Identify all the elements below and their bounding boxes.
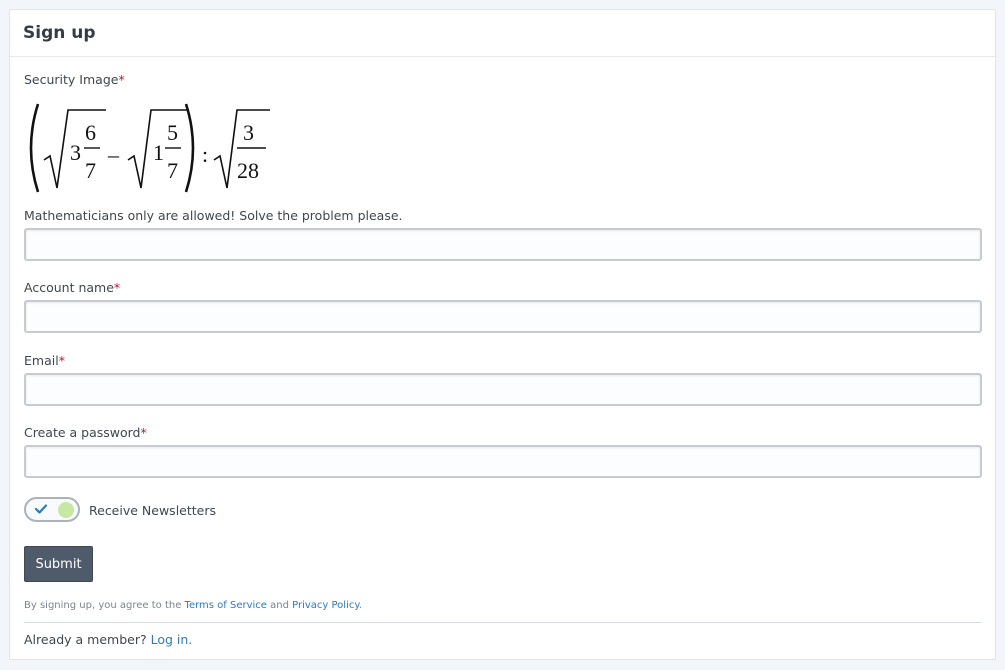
password-label: Create a password* bbox=[24, 425, 147, 440]
login-link[interactable]: Log in. bbox=[151, 632, 193, 647]
required-mark: * bbox=[58, 353, 65, 368]
expr-minus: – bbox=[107, 142, 120, 167]
account-name-input[interactable] bbox=[24, 300, 982, 333]
terms-of-service-link[interactable]: Terms of Service bbox=[185, 600, 267, 611]
account-name-label: Account name* bbox=[24, 280, 121, 295]
expr-a-whole: 3 bbox=[70, 140, 81, 165]
expr-b-den: 7 bbox=[167, 158, 178, 183]
toggle-knob bbox=[58, 502, 74, 518]
expr-colon: : bbox=[202, 142, 208, 167]
security-image-label: Security Image* bbox=[24, 72, 125, 87]
expr-b-whole: 1 bbox=[153, 140, 164, 165]
required-mark: * bbox=[118, 72, 125, 87]
left-paren bbox=[29, 103, 40, 193]
privacy-policy-link[interactable]: Privacy Policy bbox=[292, 600, 359, 611]
page-title: Sign up bbox=[23, 23, 96, 43]
terms-notice: By signing up, you agree to the Terms of… bbox=[24, 600, 363, 611]
already-member-text: Already a member? Log in. bbox=[24, 632, 193, 647]
required-mark: * bbox=[140, 425, 147, 440]
email-input[interactable] bbox=[24, 373, 982, 406]
required-mark: * bbox=[113, 280, 121, 295]
right-paren bbox=[184, 103, 195, 193]
signup-card: Sign up Security Image* 3 6 7 – 1 5 7 : bbox=[9, 9, 996, 660]
submit-button[interactable]: Submit bbox=[24, 546, 93, 582]
divider bbox=[24, 622, 982, 623]
newsletter-toggle[interactable] bbox=[24, 497, 80, 522]
security-image: 3 6 7 – 1 5 7 : 3 28 bbox=[29, 103, 270, 193]
card-header: Sign up bbox=[10, 10, 995, 57]
expr-c-num: 3 bbox=[243, 120, 254, 145]
captcha-answer-input[interactable] bbox=[24, 228, 982, 261]
captcha-hint: Mathematicians only are allowed! Solve t… bbox=[24, 208, 403, 223]
expr-c-den: 28 bbox=[237, 158, 259, 183]
expr-b-num: 5 bbox=[167, 120, 178, 145]
expr-a-num: 6 bbox=[85, 120, 96, 145]
expr-a-den: 7 bbox=[85, 158, 96, 183]
check-icon bbox=[34, 504, 48, 514]
password-input[interactable] bbox=[24, 445, 982, 478]
newsletter-label[interactable]: Receive Newsletters bbox=[89, 503, 216, 518]
email-label: Email* bbox=[24, 353, 65, 368]
